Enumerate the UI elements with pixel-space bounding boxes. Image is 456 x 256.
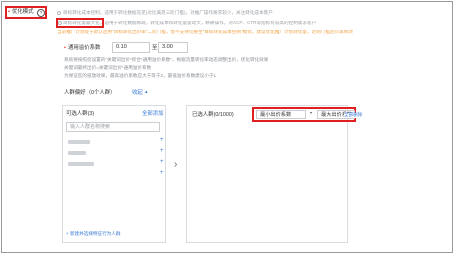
min-bid-select-value: 最小出价系数 xyxy=(260,112,292,118)
available-crowd-title: 可选人群(3) xyxy=(66,111,95,117)
list-item[interactable] xyxy=(68,151,86,155)
bid-note-3: 为保证您的投放效果，最高溢价系数应大于等于2，最低溢价系数建议小于1 xyxy=(64,73,217,78)
new-crowd-link[interactable]: + 新建并选择特征行为人群 xyxy=(66,231,121,237)
bid-note-1: 系统将按照您设置的"关键词出价*综合*通用溢价系数"，根据流量转化率动态调整出价… xyxy=(64,57,269,62)
bid-max-value: 3.00 xyxy=(162,44,173,50)
dropdown-arrow-icon: ▾ xyxy=(310,110,313,115)
question-circle-icon[interactable]: ? xyxy=(37,9,45,17)
bid-min-input[interactable]: 0.10 xyxy=(112,42,150,53)
radio-conversion-max-label: 目标转化量最大化，适用于转化数据稀疏，转化成本和转化量波动大，精耕操作，对ACP… xyxy=(63,21,317,25)
optimize-mode-label: 优化模式 xyxy=(12,9,34,15)
crowd-search-placeholder: 输入人群名称搜索 xyxy=(70,124,111,130)
bid-note-2: 关键词最终出价=关键词出价*通用溢价系数 xyxy=(64,65,152,70)
chevron-up-icon[interactable]: ▴ xyxy=(145,90,148,95)
radio-cost-control-label: 目标转化成本控制，适用于转化数据充足(对比满足三阶门槛)，对推广操作要求较少，关… xyxy=(63,10,273,15)
add-crowd-plus-1[interactable]: + xyxy=(160,137,164,143)
add-crowd-plus-2[interactable]: + xyxy=(160,148,164,154)
radio-cost-control[interactable] xyxy=(57,11,61,15)
radio-conversion-max[interactable] xyxy=(58,21,62,25)
list-item[interactable] xyxy=(68,162,94,166)
chevron-right-icon[interactable]: › xyxy=(174,160,177,170)
bid-min-value: 0.10 xyxy=(116,44,127,50)
bid-max-input[interactable]: 3.00 xyxy=(158,42,188,53)
crowd-label: 人群偏好（0个人群） xyxy=(64,90,116,96)
mode-notice: 当前推广计划处于默认启用"目标转化出价率"二阶门槛，暂不支持切换至"目标转化成本… xyxy=(57,30,353,34)
delete-all-link[interactable]: 全部删除 xyxy=(344,112,363,118)
add-all-link[interactable]: 全部添加 xyxy=(142,111,164,117)
collapse-link[interactable]: 收起 xyxy=(132,90,143,96)
bid-to-label: 至 xyxy=(152,45,158,51)
min-bid-select[interactable]: 最小出价系数 xyxy=(256,110,306,119)
add-crowd-plus-3[interactable]: + xyxy=(160,159,164,165)
add-crowd-plus-4[interactable]: + xyxy=(160,170,164,176)
list-item[interactable] xyxy=(68,140,90,144)
crowd-search-input[interactable]: 输入人群名称搜索 xyxy=(66,122,160,132)
selected-crowd-panel xyxy=(186,105,348,243)
general-bid-label: 通用溢价系数 xyxy=(68,45,101,51)
selected-crowd-title: 已选人群(0/1000) xyxy=(192,112,234,118)
